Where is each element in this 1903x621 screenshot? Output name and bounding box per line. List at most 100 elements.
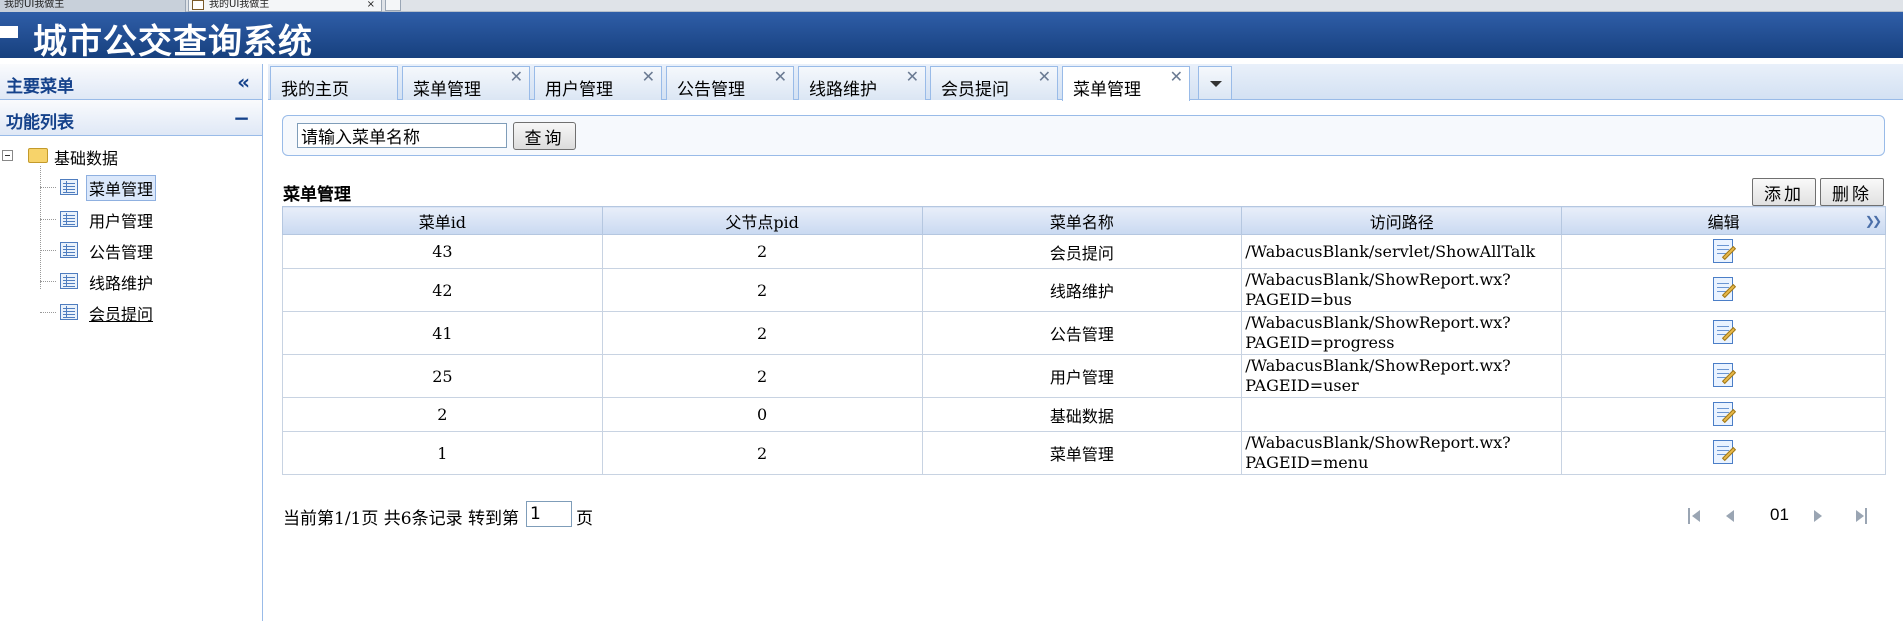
tree-item-label: 用户管理 [89, 212, 154, 231]
path-line: PAGEID=menu [1245, 453, 1369, 472]
cell-path: /WabacusBlank/ShowReport.wx? PAGEID=user [1241, 354, 1563, 398]
first-page-icon[interactable] [1688, 508, 1704, 524]
edit-icon[interactable] [1712, 363, 1736, 389]
column-header-pid[interactable]: 父节点pid [601, 206, 923, 235]
table-row[interactable]: 43 2 会员提问 /WabacusBlank/servlet/ShowAllT… [282, 234, 1886, 269]
tab-label: 菜单管理 [1073, 80, 1141, 100]
tab-notice-management[interactable]: 公告管理 ✕ [666, 66, 794, 100]
path-line: /WabacusBlank/ShowReport.wx? [1245, 433, 1511, 452]
close-icon[interactable]: × [367, 0, 375, 10]
close-icon[interactable]: ✕ [1038, 67, 1051, 86]
cell-path: /WabacusBlank/ShowReport.wx? PAGEID=menu [1241, 431, 1563, 475]
cell-pid: 2 [601, 431, 923, 475]
edit-icon[interactable] [1712, 238, 1736, 265]
close-icon[interactable]: ✕ [906, 67, 919, 86]
path-line: PAGEID=progress [1245, 333, 1395, 352]
tab-label: 线路维护 [809, 80, 877, 100]
app-header: 城市公交查询系统 [0, 12, 1903, 62]
column-header-path[interactable]: 访问路径 [1241, 206, 1563, 235]
document-grid-icon [60, 211, 78, 227]
query-button[interactable]: 查询 [513, 122, 576, 150]
path-line: /WabacusBlank/ShowReport.wx? [1245, 270, 1511, 289]
table-row[interactable]: 41 2 公告管理 /WabacusBlank/ShowReport.wx? PA… [282, 311, 1886, 355]
cell-pid: 2 [601, 354, 923, 398]
browser-tab-label: 我的UI我做主 [4, 0, 65, 10]
cell-id: 1 [282, 431, 603, 475]
tab-label: 公告管理 [677, 80, 745, 100]
path-line: PAGEID=user [1245, 376, 1359, 395]
column-header-edit-label: 编辑 [1707, 212, 1740, 232]
tree-item-label: 线路维护 [89, 274, 154, 293]
close-icon[interactable]: ✕ [642, 67, 655, 86]
cell-name: 用户管理 [921, 354, 1243, 398]
tree-connector [40, 166, 41, 289]
cell-name: 公告管理 [921, 311, 1243, 355]
browser-tab-2[interactable]: 我的UI我做主 × [188, 0, 382, 12]
folder-icon [28, 148, 48, 163]
cell-pid: 2 [601, 311, 923, 355]
dropdown-arrow-icon[interactable] [1198, 66, 1232, 100]
tab-bar: 我的主页 菜单管理 ✕ 用户管理 ✕ 公告管理 ✕ 线路维护 ✕ 会员提问 ✕ … [268, 64, 1903, 101]
table-row[interactable]: 1 2 菜单管理 /WabacusBlank/ShowReport.wx? PAG… [282, 431, 1886, 475]
column-header-id[interactable]: 菜单id [282, 206, 603, 235]
cell-edit [1561, 397, 1886, 432]
edit-icon[interactable] [1712, 440, 1736, 466]
browser-tab-1[interactable]: 我的UI我做主 [0, 0, 186, 12]
prev-page-icon[interactable] [1726, 508, 1738, 524]
function-tree: 基础数据 菜单管理 用户管理 公告管理 线路维护 会员提问 [0, 64, 263, 464]
tab-label: 会员提问 [941, 80, 1009, 100]
column-header-edit: 编辑 ❯❯ [1561, 206, 1886, 235]
tab-home[interactable]: 我的主页 [270, 66, 398, 100]
last-page-icon[interactable] [1856, 508, 1872, 524]
cell-path [1241, 397, 1563, 432]
cell-edit [1561, 431, 1886, 475]
document-grid-icon [60, 304, 78, 320]
page-number-input[interactable] [526, 501, 572, 527]
cell-name: 基础数据 [921, 397, 1243, 432]
path-line: PAGEID=bus [1245, 290, 1352, 309]
expand-columns-icon[interactable]: ❯❯ [1865, 214, 1882, 228]
cell-id: 43 [282, 234, 603, 269]
table-row[interactable]: 2 0 基础数据 [282, 397, 1886, 432]
close-icon[interactable]: ✕ [774, 67, 787, 86]
left-sidebar: 主要菜单 « 功能列表 − 基础数据 菜单管理 用户管理 公告管理 线路维护 会… [0, 64, 263, 621]
next-page-icon[interactable] [1814, 508, 1826, 524]
tab-menu-management[interactable]: 菜单管理 ✕ [402, 66, 530, 100]
table-row[interactable]: 42 2 线路维护 /WabacusBlank/ShowReport.wx? PA… [282, 268, 1886, 312]
tree-item-label: 菜单管理 [86, 175, 157, 201]
tree-collapse-icon[interactable] [2, 150, 13, 161]
document-grid-icon [60, 179, 78, 195]
cell-path: /WabacusBlank/ShowReport.wx? PAGEID=progr… [1241, 311, 1563, 355]
new-tab-button[interactable] [385, 0, 401, 11]
table-row[interactable]: 25 2 用户管理 /WabacusBlank/ShowReport.wx? PA… [282, 354, 1886, 398]
tab-menu-management-active[interactable]: 菜单管理 ✕ [1062, 66, 1190, 101]
browser-tab-strip: 我的UI我做主 我的UI我做主 × [0, 0, 1903, 12]
path-line: /WabacusBlank/ShowReport.wx? [1245, 356, 1511, 375]
app-title: 城市公交查询系统 [33, 22, 313, 62]
column-header-name[interactable]: 菜单名称 [921, 206, 1243, 235]
delete-button[interactable]: 删除 [1820, 178, 1884, 206]
cell-id: 42 [282, 268, 603, 312]
tree-item-label: 公告管理 [89, 243, 154, 262]
cell-name: 菜单管理 [921, 431, 1243, 475]
edit-icon[interactable] [1712, 401, 1736, 428]
close-icon[interactable]: ✕ [510, 67, 523, 86]
tab-label: 用户管理 [545, 80, 613, 100]
close-icon[interactable]: ✕ [1170, 67, 1183, 86]
search-panel: 查询 [282, 115, 1885, 156]
tab-member-questions[interactable]: 会员提问 ✕ [930, 66, 1058, 100]
current-page-number: 01 [1770, 505, 1789, 524]
cell-pid: 0 [601, 397, 923, 432]
tab-route-maintenance[interactable]: 线路维护 ✕ [798, 66, 926, 100]
cell-edit [1561, 268, 1886, 312]
edit-icon[interactable] [1712, 277, 1736, 303]
cell-edit [1561, 234, 1886, 269]
add-button[interactable]: 添加 [1752, 178, 1816, 206]
edit-icon[interactable] [1712, 320, 1736, 346]
cell-pid: 2 [601, 268, 923, 312]
tree-root-label[interactable]: 基础数据 [54, 145, 118, 169]
document-grid-icon [60, 273, 78, 289]
menu-name-search-input[interactable] [297, 123, 507, 148]
browser-tab-label: 我的UI我做主 [209, 0, 270, 10]
tab-user-management[interactable]: 用户管理 ✕ [534, 66, 662, 100]
